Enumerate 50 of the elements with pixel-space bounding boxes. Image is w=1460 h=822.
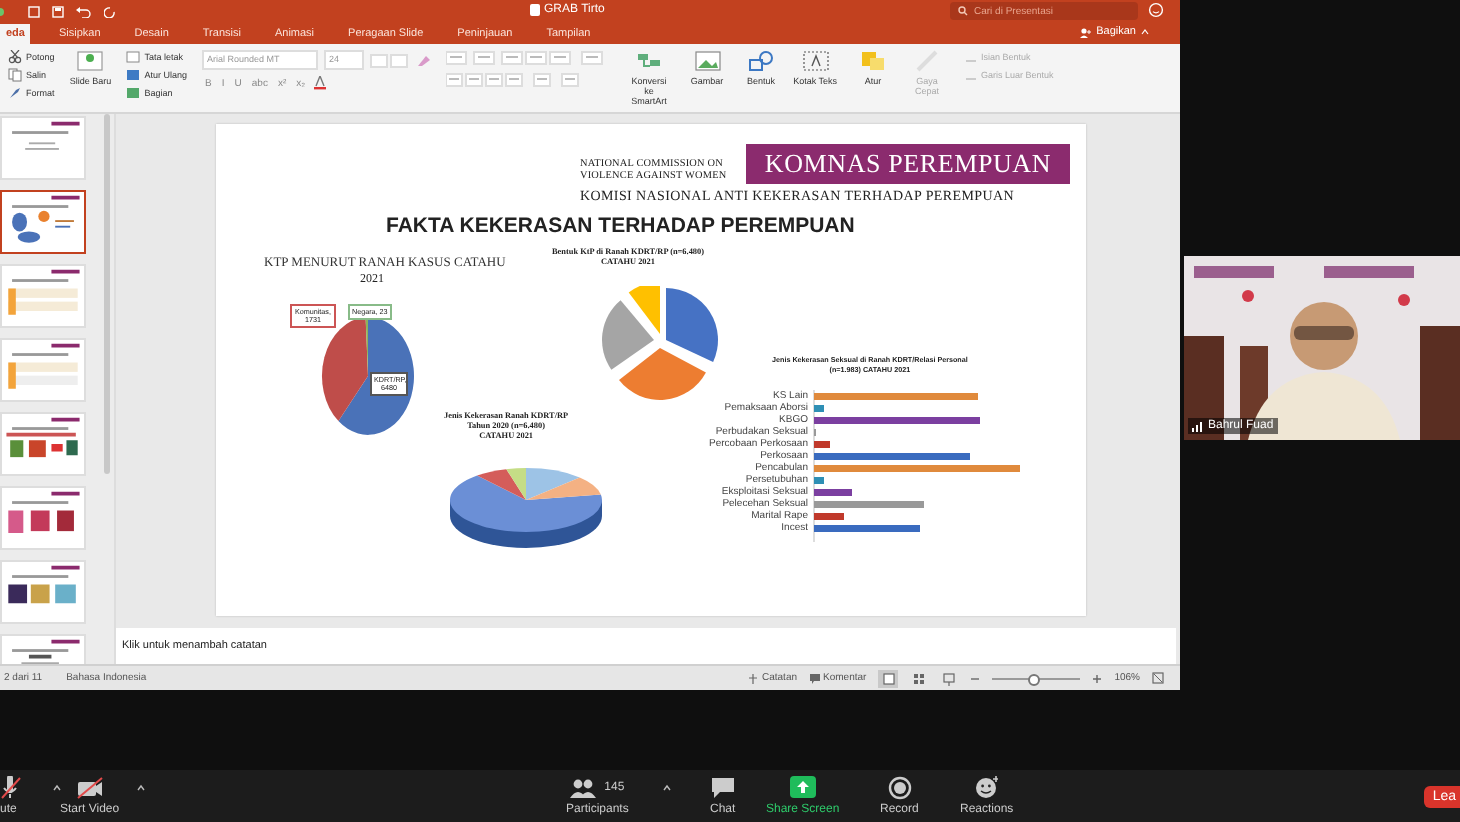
share-screen-icon	[789, 775, 816, 799]
scissors-icon	[8, 50, 22, 64]
picture-icon	[693, 50, 722, 72]
fit-slide-icon[interactable]	[1152, 672, 1164, 684]
caret-icon[interactable]	[662, 784, 672, 792]
clear-format-icon	[415, 53, 432, 67]
new-slide-icon	[76, 50, 105, 72]
grid-view-icon	[911, 671, 926, 685]
participants-icon	[570, 775, 599, 799]
logo-banner: KOMNAS PEREMPUAN	[746, 144, 1070, 184]
person-plus-icon	[1080, 27, 1093, 37]
font-color-icon	[311, 76, 330, 90]
zoom-out-icon[interactable]	[970, 673, 981, 683]
comment-icon	[809, 673, 820, 683]
grid-view-button[interactable]	[908, 669, 929, 687]
reset-icon	[126, 68, 141, 82]
record-icon	[887, 775, 912, 799]
presentation-icon[interactable]	[28, 5, 40, 17]
notes-icon	[748, 673, 758, 683]
video-off-icon	[75, 775, 104, 799]
save-icon[interactable]	[52, 5, 64, 17]
paintbrush-icon	[8, 86, 22, 100]
chat-icon	[710, 775, 735, 799]
search-icon	[958, 6, 970, 16]
smiley-icon	[974, 775, 999, 799]
caret-icon[interactable]	[52, 784, 62, 792]
layout-icon	[126, 50, 141, 64]
caret-icon	[1140, 28, 1150, 36]
text-size-icon	[369, 53, 410, 67]
normal-view-button[interactable]	[878, 669, 899, 687]
undo-icon[interactable]	[76, 5, 92, 17]
copy-icon	[8, 68, 22, 82]
shapes-icon	[747, 50, 776, 72]
pie-chart-drawing	[600, 286, 724, 402]
smiley-icon[interactable]	[1148, 2, 1164, 18]
caret-icon[interactable]	[136, 784, 146, 792]
text-box-icon	[801, 50, 830, 72]
normal-view-icon	[881, 671, 896, 685]
slide-title: FAKTA KEKERASAN TERHADAP PEREMPUAN	[386, 214, 855, 238]
slide-thumbnail[interactable]	[0, 190, 86, 254]
document-icon	[530, 4, 540, 16]
arrange-icon	[859, 50, 888, 72]
zoom-in-icon[interactable]	[1092, 673, 1103, 683]
smartart-icon	[635, 50, 664, 72]
slider-thumb[interactable]	[1028, 673, 1040, 685]
redo-icon[interactable]	[104, 5, 116, 17]
section-icon	[126, 86, 141, 100]
muted-microphone-icon	[0, 775, 24, 799]
signal-icon	[1192, 420, 1204, 432]
presenter-view-icon	[941, 671, 956, 685]
